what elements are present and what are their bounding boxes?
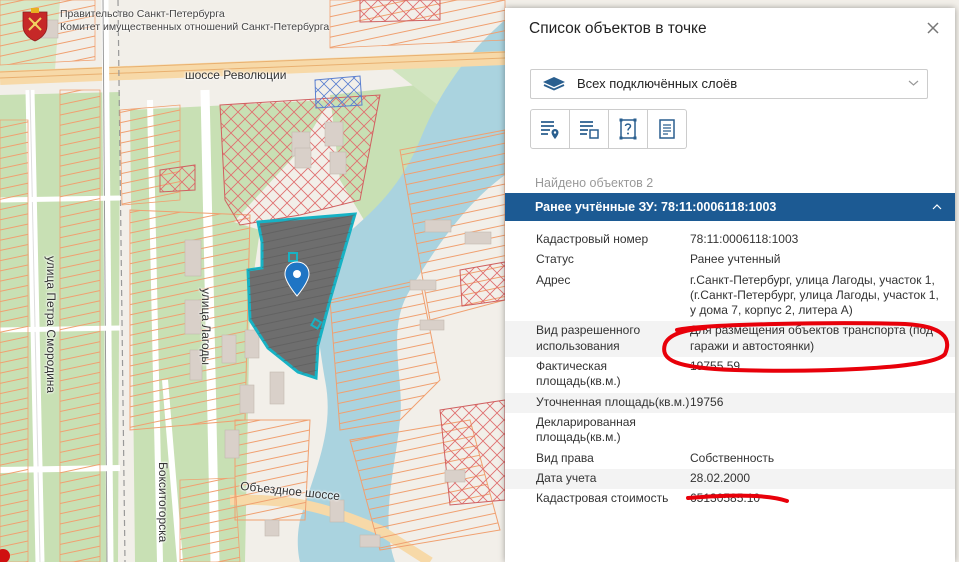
attr-key: Дата учета [536, 470, 597, 485]
attr-key: Вид права [536, 450, 594, 465]
attr-key: Адрес [536, 272, 571, 287]
table-row: Декларированная площадь(кв.м.) [505, 413, 955, 449]
close-icon[interactable] [923, 18, 943, 38]
list-with-frame-button[interactable] [570, 109, 609, 149]
found-count: Найдено объектов 2 [535, 176, 654, 190]
list-with-frame-icon [580, 121, 599, 139]
site-header: Правительство Санкт-Петербурга Комитет и… [20, 8, 329, 42]
street-label-boksitogorskaya: Бокситогорска [156, 462, 170, 543]
attr-key: Декларированная площадь(кв.м.) [536, 414, 636, 445]
table-row: Уточненная площадь(кв.м.) 19756 [505, 392, 955, 413]
attr-value: 28.02.2000 [690, 470, 751, 485]
layers-icon [543, 77, 565, 91]
result-title: Ранее учтённые ЗУ: 78:11:0006118:1003 [535, 200, 777, 214]
question-frame-button[interactable] [609, 109, 648, 149]
attr-key: Фактическая площадь(кв.м.) [536, 359, 621, 389]
panel-toolbar [530, 109, 687, 149]
attr-value [690, 413, 955, 449]
objects-at-point-panel: Список объектов в точке Всех подключённы… [505, 8, 955, 562]
street-label-petra-smorodina: улица Петра Смородина [44, 256, 58, 394]
street-label-lagody: улица Лагоды [199, 288, 213, 366]
attr-value: Ранее учтенный [690, 252, 781, 267]
attr-key: Статус [536, 252, 574, 267]
table-row: Дата учета 28.02.2000 [505, 468, 955, 490]
panel-title: Список объектов в точке [529, 20, 707, 37]
table-row: Вид права Собственность [505, 449, 955, 469]
document-button[interactable] [648, 109, 687, 149]
attr-value: 19755.59 [690, 359, 741, 374]
table-row: Статус Ранее учтенный [505, 250, 955, 270]
org-name-line1: Правительство Санкт-Петербурга [60, 8, 225, 20]
chevron-up-icon [932, 204, 942, 210]
coat-of-arms-icon [22, 8, 48, 42]
table-row: Фактическая площадь(кв.м.) 19755.59 [505, 357, 955, 393]
attributes-table: Кадастровый номер 78:11:0006118:1003 Стат… [505, 230, 955, 509]
attr-key: Уточненная площадь(кв.м.) [536, 394, 690, 409]
attr-key: Кадастровый номер [536, 232, 649, 246]
table-row: Адрес г.Санкт-Петербург, улица Лагоды, уч… [505, 271, 955, 322]
table-row: Кадастровая стоимость 65130585.10 [505, 489, 955, 509]
attr-value: 65130585.10 [690, 491, 761, 506]
org-name-line2: Комитет имущественных отношений Санкт-Пе… [60, 21, 330, 33]
list-with-pin-icon [541, 121, 559, 139]
attr-value: Для размещения объектов транспорта (под … [690, 323, 933, 353]
attr-value: 19756 [690, 394, 724, 409]
attr-key: Вид разрешенного использования [536, 323, 641, 353]
document-icon [659, 119, 675, 139]
table-row: Вид разрешенного использования Для размещ… [505, 321, 955, 358]
street-label-revolution-highway: шоссе Революции [185, 68, 287, 82]
table-row: Кадастровый номер 78:11:0006118:1003 [505, 230, 955, 250]
attr-value: г.Санкт-Петербург, улица Лагоды, участок… [690, 272, 939, 318]
result-header[interactable]: Ранее учтённые ЗУ: 78:11:0006118:1003 [505, 193, 955, 221]
attr-key: Кадастровая стоимость [536, 491, 669, 506]
layer-select[interactable]: Всех подключённых слоёв [530, 69, 928, 99]
layer-select-value: Всех подключённых слоёв [577, 76, 738, 91]
attr-value: 78:11:0006118:1003 [690, 232, 799, 246]
question-frame-icon [619, 118, 637, 140]
list-with-pin-button[interactable] [530, 109, 570, 149]
attr-value: Собственность [690, 450, 775, 465]
chevron-down-icon [908, 80, 919, 86]
